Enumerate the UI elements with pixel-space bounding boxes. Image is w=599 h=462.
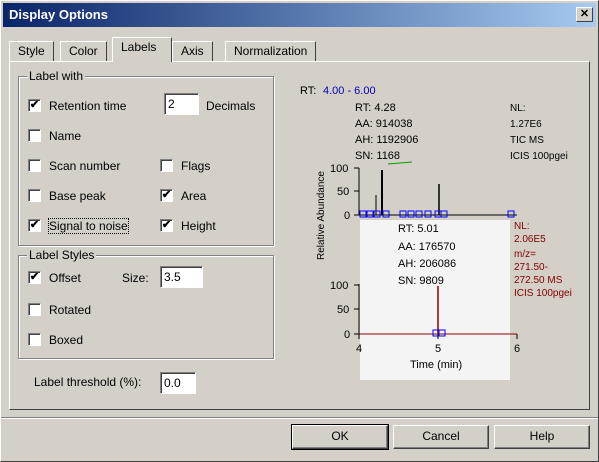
scan-number-checkbox[interactable] — [28, 159, 41, 172]
top-ytick-0: 0 — [344, 210, 350, 222]
bottom-nl-2: m/z= — [514, 249, 536, 260]
cancel-button[interactable]: Cancel — [393, 425, 489, 449]
bottom-peak-label-aa: AA: 176570 — [398, 241, 456, 253]
bottom-ytick-50: 50 — [337, 304, 349, 316]
boxed-checkbox[interactable] — [28, 333, 41, 346]
top-peak-label-rt: RT: 4.28 — [355, 102, 396, 114]
label-with-group: Label with ✔ Retention time 2 Decimals N… — [18, 69, 274, 246]
area-checkbox[interactable]: ✔ — [160, 189, 173, 202]
rotated-label: Rotated — [49, 303, 92, 317]
flags-label: Flags — [181, 159, 211, 173]
rotated-checkbox[interactable] — [28, 303, 41, 316]
labels-tab-panel: Label with ✔ Retention time 2 Decimals N… — [9, 61, 590, 410]
bottom-peak-label-ah: AH: 206086 — [398, 258, 456, 270]
decimals-label: Decimals — [206, 99, 256, 113]
button-separator — [1, 417, 598, 419]
label-styles-title: Label Styles — [27, 248, 97, 262]
bottom-nl-1: 2.06E5 — [514, 234, 546, 245]
base-peak-checkbox[interactable] — [28, 189, 41, 202]
label-threshold-label: Label threshold (%): — [34, 375, 142, 389]
label-with-title: Label with — [27, 69, 86, 83]
top-peak-label-sn: SN: 1168 — [355, 150, 400, 162]
display-options-dialog: Display Options ✕ Style Color Labels Axi… — [0, 0, 599, 462]
area-label: Area — [181, 189, 207, 203]
top-ytick-50: 50 — [337, 186, 349, 198]
top-green-trace — [387, 161, 413, 165]
top-peak-label-ah: AH: 1192906 — [355, 134, 418, 146]
top-nl-0: NL: — [510, 103, 526, 114]
title-bar[interactable]: Display Options ✕ — [3, 3, 596, 27]
y-axis-label: Relative Abundance — [316, 171, 327, 260]
size-input[interactable]: 3.5 — [160, 266, 203, 288]
top-ytick-100: 100 — [330, 163, 348, 175]
close-button[interactable]: ✕ — [576, 7, 593, 22]
boxed-label: Boxed — [49, 333, 84, 347]
scan-number-label: Scan number — [49, 159, 121, 173]
retention-time-checkbox[interactable]: ✔ — [28, 99, 41, 112]
retention-time-label: Retention time — [49, 99, 127, 113]
offset-checkbox[interactable]: ✔ — [28, 271, 41, 284]
bottom-ytick-100: 100 — [330, 280, 348, 292]
bottom-nl-3: 271.50- — [514, 262, 548, 273]
tab-style[interactable]: Style — [9, 41, 54, 61]
decimals-input[interactable]: 2 — [164, 93, 199, 115]
offset-label: Offset — [49, 271, 81, 285]
xtick-5: 5 — [435, 343, 441, 355]
ok-button[interactable]: OK — [291, 424, 389, 450]
bottom-peak-label-rt: RT: 5.01 — [398, 223, 439, 235]
top-nl-2: TIC MS — [510, 135, 544, 146]
base-peak-label: Base peak — [49, 189, 106, 203]
top-nl-1: 1.27E6 — [510, 119, 542, 130]
flags-checkbox[interactable] — [160, 159, 173, 172]
xtick-6: 6 — [514, 343, 520, 355]
label-threshold-input[interactable]: 0.0 — [160, 372, 196, 394]
help-button[interactable]: Help — [494, 425, 590, 449]
tab-labels[interactable]: Labels — [112, 37, 172, 62]
window-title: Display Options — [9, 7, 108, 22]
bottom-peak-label-sn: SN: 9809 — [398, 275, 444, 287]
x-axis-label: Time (min) — [410, 359, 462, 371]
tab-axis[interactable]: Axis — [172, 41, 213, 61]
name-checkbox[interactable] — [28, 129, 41, 142]
tab-normalization[interactable]: Normalization — [225, 41, 317, 61]
top-markers — [359, 210, 515, 218]
tab-color[interactable]: Color — [60, 41, 107, 61]
bottom-nl-4: 272.50 MS — [514, 275, 563, 286]
bottom-nl-0: NL: — [514, 221, 530, 232]
top-nl-3: ICIS 100pgei — [510, 151, 568, 162]
top-peak-label-aa: AA: 914038 — [355, 118, 413, 130]
xtick-4: 4 — [356, 343, 362, 355]
size-label: Size: — [122, 271, 149, 285]
bottom-nl-5: ICIS 100pgei — [514, 288, 572, 299]
signal-to-noise-label: Signal to noise — [48, 218, 129, 234]
bottom-ytick-0: 0 — [344, 329, 350, 341]
rt-range: 4.00 - 6.00 — [323, 85, 376, 97]
chromatogram-preview: RT: 4.00 - 6.00 RT: 4.28 AA: 914038 AH: … — [300, 85, 572, 380]
height-checkbox[interactable]: ✔ — [160, 219, 173, 232]
signal-to-noise-checkbox[interactable]: ✔ — [28, 219, 41, 232]
rt-prefix: RT: — [300, 85, 316, 97]
height-label: Height — [181, 219, 216, 233]
name-label: Name — [49, 129, 82, 143]
label-styles-group: Label Styles ✔ Offset Size: 3.5 Rotated … — [18, 248, 274, 359]
